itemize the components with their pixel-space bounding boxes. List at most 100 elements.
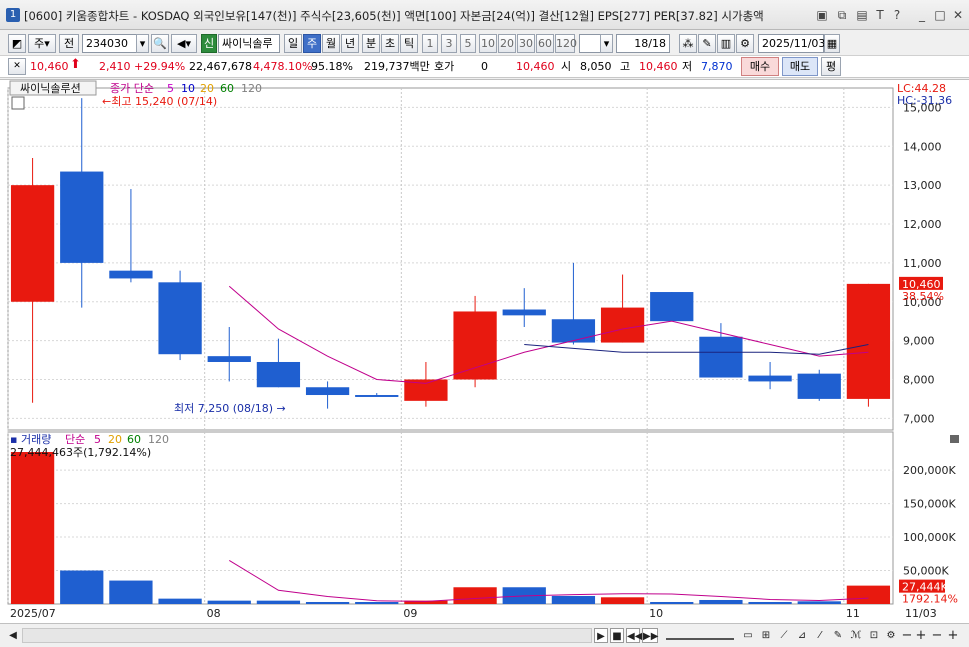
tab-minute[interactable]: 분: [362, 34, 380, 53]
brush-tool-icon[interactable]: ℳ: [848, 628, 864, 643]
price-ma-title: 종가 단순: [110, 82, 154, 95]
volume-bar: [109, 580, 153, 604]
chart-scroll-bar[interactable]: ◀ ▶ ■ ◀◀ ▶▶ ▭ ⊞ ⟋ ⊿ ⁄ ✎ ℳ ⊡ ⚙ − + − +: [0, 623, 969, 647]
interval-dropdown-icon[interactable]: ▾: [600, 34, 613, 53]
candle-body: [551, 319, 596, 343]
stop-icon[interactable]: ■: [610, 628, 624, 643]
line-tool-icon[interactable]: ⁄: [812, 628, 828, 643]
stack-icon[interactable]: ▤: [855, 8, 869, 22]
volume-bar: [797, 601, 841, 604]
restore-icon[interactable]: ▣: [815, 8, 829, 22]
close-box-icon[interactable]: ✕: [8, 58, 26, 75]
volume-tick-label: 50,000K: [903, 565, 949, 578]
tab-day[interactable]: 일: [284, 34, 302, 53]
period-unit-select[interactable]: 주▾: [28, 34, 56, 53]
buy-button[interactable]: 매수: [741, 57, 779, 76]
volume-ma-period: 60: [127, 433, 141, 446]
up-arrow-icon: ⬆: [70, 57, 81, 72]
volume-bar: [256, 600, 301, 604]
tab-year[interactable]: 년: [341, 34, 359, 53]
rewind-icon[interactable]: ◀◀: [626, 628, 642, 643]
play-icon[interactable]: ▶: [594, 628, 608, 643]
help-icon[interactable]: ?: [890, 8, 904, 22]
fast-forward-icon[interactable]: ▶▶: [642, 628, 658, 643]
date-input[interactable]: 2025/11/03: [758, 34, 825, 53]
volume-bar: [60, 570, 104, 604]
zoom-out-icon[interactable]: −: [930, 628, 944, 643]
compare-icon[interactable]: ⁂: [679, 34, 697, 53]
interval-10[interactable]: 10: [479, 34, 497, 53]
volume-bar: [453, 587, 497, 604]
scroll-track[interactable]: [22, 628, 592, 643]
open-label: 시: [561, 60, 572, 73]
data-count-field[interactable]: 18/18: [616, 34, 670, 53]
zoom-range-icon[interactable]: ▭: [740, 628, 756, 643]
high-annotation: ←최고 15,240 (07/14): [102, 95, 217, 108]
font-icon[interactable]: T: [873, 8, 887, 22]
candle-body: [846, 283, 891, 399]
prev-button[interactable]: 전: [59, 34, 79, 53]
zoom-in-left-icon[interactable]: +: [914, 628, 928, 643]
pen-tool-icon[interactable]: ✎: [830, 628, 846, 643]
calendar-icon[interactable]: ▦: [824, 34, 840, 53]
hc-label: HC:-31.36: [897, 94, 952, 107]
interval-60[interactable]: 60: [536, 34, 554, 53]
chart-area[interactable]: 15,000 14,000 13,000 12,000 11,000 10,000 9,00…: [0, 79, 969, 623]
layout-icon[interactable]: ◩: [8, 34, 26, 53]
volume-tick-label: 200,000K: [903, 464, 956, 477]
sell-button[interactable]: 매도: [782, 57, 818, 76]
high-price: 10,460: [639, 60, 678, 73]
zoom-in-icon[interactable]: +: [946, 628, 960, 643]
speed-slider[interactable]: [666, 630, 734, 640]
trend-tool-icon[interactable]: ⟋: [776, 628, 792, 643]
volume-title: ▪ 거래량: [10, 433, 51, 446]
grid-view-icon[interactable]: ⊞: [758, 628, 774, 643]
price-tick-label: 11,000: [903, 257, 942, 270]
scroll-left-icon[interactable]: ◀: [6, 628, 20, 643]
volume-ma-period: 120: [148, 433, 169, 446]
screen-capture-icon[interactable]: ⊡: [866, 628, 882, 643]
candle-body: [699, 336, 743, 378]
save-icon[interactable]: ▥: [717, 34, 735, 53]
interval-5[interactable]: 5: [460, 34, 476, 53]
interval-30[interactable]: 30: [517, 34, 535, 53]
volume-bar: [699, 599, 743, 604]
stock-name-field: 싸이닉솔루: [218, 34, 280, 53]
candle-body: [10, 185, 55, 302]
minimize-icon[interactable]: _: [915, 8, 929, 22]
open-price: 8,050: [580, 60, 612, 73]
interval-120[interactable]: 120: [555, 34, 577, 53]
interval-20[interactable]: 20: [498, 34, 516, 53]
price-tick-label: 8,000: [903, 373, 935, 386]
close-icon[interactable]: ✕: [951, 8, 965, 22]
tab-tick[interactable]: 틱: [400, 34, 418, 53]
x-axis-label: 10: [649, 607, 663, 620]
high-label: 고: [620, 60, 631, 73]
title-bar: 1 [0600] 키움종합차트 - KOSDAQ 외국인보유[147(천)] 주…: [0, 0, 969, 30]
x-axis-label: 09: [403, 607, 417, 620]
search-icon[interactable]: 🔍: [151, 34, 169, 53]
volume-panel-close-icon: [950, 435, 959, 443]
tab-month[interactable]: 월: [322, 34, 340, 53]
code-dropdown-icon[interactable]: ▾: [136, 34, 149, 53]
maximize-icon[interactable]: □: [933, 8, 947, 22]
sound-icon[interactable]: ◀▾: [171, 34, 197, 53]
settings-small-icon[interactable]: ⚙: [884, 628, 898, 643]
average-button[interactable]: 평: [821, 57, 841, 76]
interval-3[interactable]: 3: [441, 34, 457, 53]
tab-week[interactable]: 주: [303, 34, 321, 53]
low-price: 7,870: [701, 60, 733, 73]
volume-bar: [551, 595, 596, 604]
volume-bar: [748, 601, 792, 604]
window-icon[interactable]: ⧉: [835, 8, 849, 22]
candlestick-chart[interactable]: 15,00014,00013,00012,00011,00010,0009,00…: [0, 80, 969, 624]
settings-gear-icon[interactable]: ⚙: [736, 34, 754, 53]
draw-icon[interactable]: ✎: [698, 34, 716, 53]
volume-ma-period: 5: [94, 433, 101, 446]
low-label: 저: [682, 60, 693, 73]
chart-tool-icon[interactable]: ⊿: [794, 628, 810, 643]
zoom-out-left-icon[interactable]: −: [900, 628, 914, 643]
tab-second[interactable]: 초: [381, 34, 399, 53]
interval-1[interactable]: 1: [422, 34, 438, 53]
period-unit-label: 주: [34, 37, 45, 50]
